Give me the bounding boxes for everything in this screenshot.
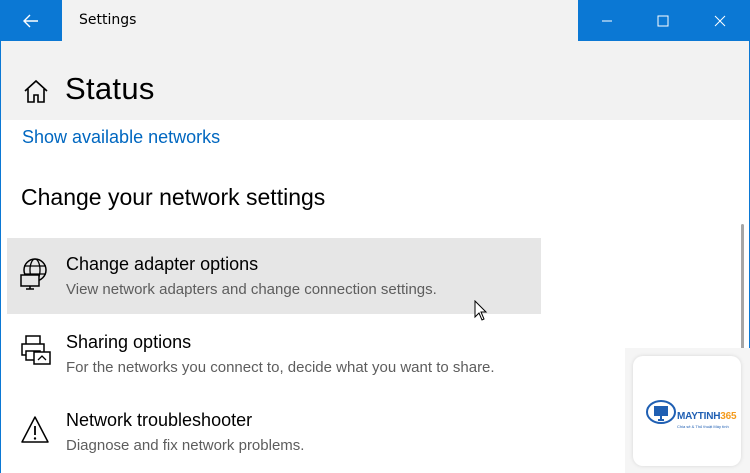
show-available-networks-link[interactable]: Show available networks xyxy=(22,127,220,148)
page-title: Status xyxy=(65,71,155,106)
option-troubleshooter[interactable]: Network troubleshooter Diagnose and fix … xyxy=(7,394,541,470)
option-sharing[interactable]: Sharing options For the networks you con… xyxy=(7,316,541,392)
option-title: Change adapter options xyxy=(66,254,259,274)
maximize-icon xyxy=(657,15,668,26)
watermark: MAYTINH365 Chia sẻ & Thủ thuật Máy tính xyxy=(625,348,750,473)
title-tab: Settings xyxy=(62,0,578,41)
window-title: Settings xyxy=(79,12,137,28)
section-title: Change your network settings xyxy=(21,184,326,210)
watermark-tagline: Chia sẻ & Thủ thuật Máy tính xyxy=(677,424,729,429)
option-title: Sharing options xyxy=(66,332,192,352)
watermark-brand-accent: 365 xyxy=(720,411,737,422)
home-icon[interactable] xyxy=(23,79,49,105)
sharing-printer-icon xyxy=(21,335,51,365)
close-icon xyxy=(714,15,725,26)
monitor-logo-icon xyxy=(646,400,676,424)
option-description: View network adapters and change connect… xyxy=(66,281,437,298)
maximize-button[interactable] xyxy=(634,0,691,41)
warning-triangle-icon xyxy=(21,416,49,443)
option-description: Diagnose and fix network problems. xyxy=(66,437,305,454)
minimize-button[interactable] xyxy=(578,0,635,41)
globe-monitor-icon xyxy=(20,258,47,290)
title-bar: Settings xyxy=(0,0,750,41)
close-button[interactable] xyxy=(691,0,748,41)
minimize-icon xyxy=(601,20,612,21)
option-change-adapter[interactable]: Change adapter options View network adap… xyxy=(7,238,541,314)
back-button[interactable] xyxy=(0,0,62,41)
back-arrow-icon xyxy=(23,14,38,27)
watermark-brand-main: MAYTINH xyxy=(677,411,721,422)
page-header: Status xyxy=(1,41,749,120)
watermark-card: MAYTINH365 Chia sẻ & Thủ thuật Máy tính xyxy=(633,356,741,466)
watermark-brand: MAYTINH365 xyxy=(677,411,737,422)
mouse-pointer-icon xyxy=(474,300,488,321)
option-description: For the networks you connect to, decide … xyxy=(66,359,495,376)
option-title: Network troubleshooter xyxy=(66,410,253,430)
